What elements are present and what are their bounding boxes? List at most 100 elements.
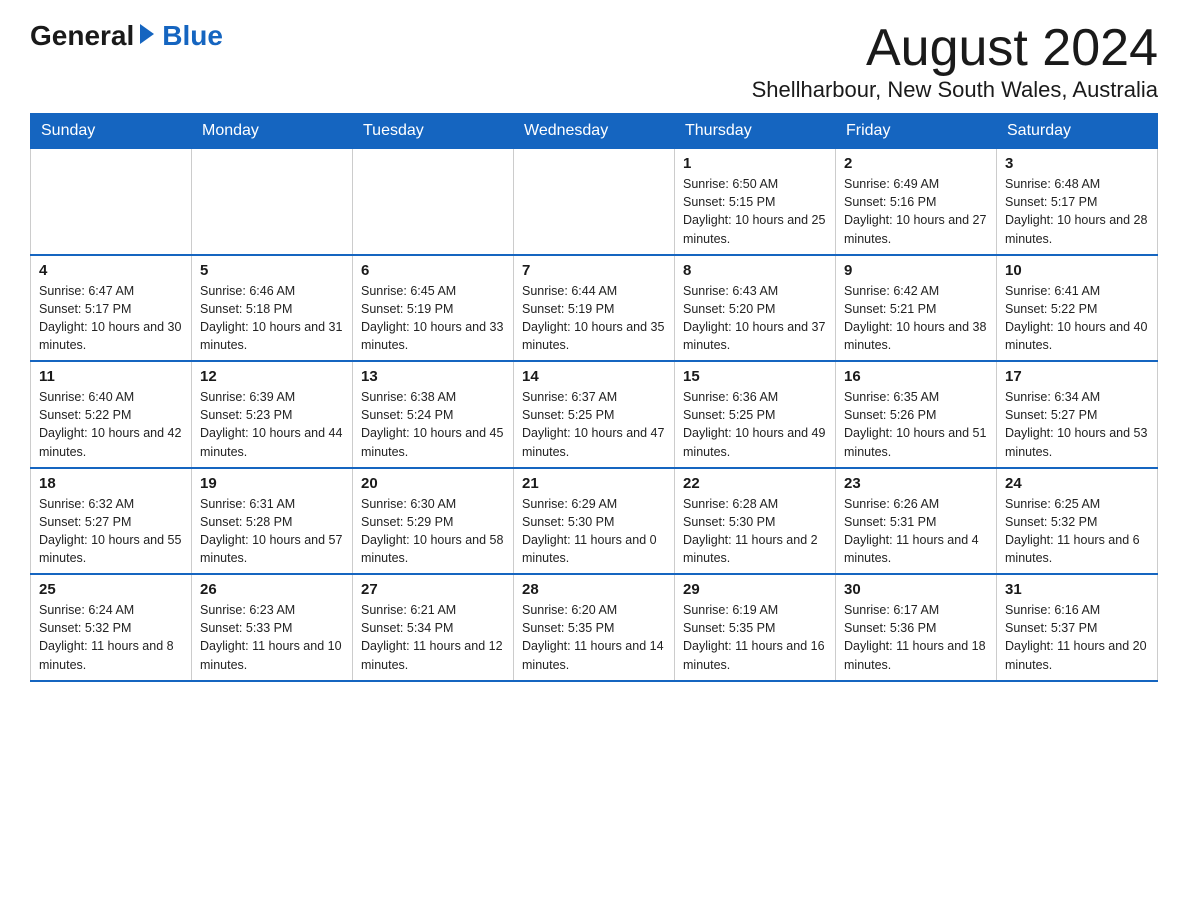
day-info: Sunrise: 6:30 AMSunset: 5:29 PMDaylight:…: [361, 495, 505, 568]
calendar-cell: 31 Sunrise: 6:16 AMSunset: 5:37 PMDayligh…: [997, 574, 1158, 681]
day-number: 4: [39, 262, 183, 279]
calendar-cell: 24Sunrise: 6:25 AMSunset: 5:32 PMDayligh…: [997, 468, 1158, 575]
day-number: 17: [1005, 368, 1149, 385]
page-header: General Blue August 2024 Shellharbour, N…: [30, 20, 1158, 103]
day-info: Sunrise: 6:19 AMSunset: 5:35 PMDaylight:…: [683, 601, 827, 674]
calendar-cell: 18Sunrise: 6:32 AMSunset: 5:27 PMDayligh…: [31, 468, 192, 575]
location-subtitle: Shellharbour, New South Wales, Australia: [752, 77, 1158, 103]
week-row-4: 18Sunrise: 6:32 AMSunset: 5:27 PMDayligh…: [31, 468, 1158, 575]
calendar-cell: 9 Sunrise: 6:42 AMSunset: 5:21 PMDaylight…: [836, 255, 997, 362]
day-info: Sunrise: 6:49 AMSunset: 5:16 PMDaylight:…: [844, 175, 988, 248]
header-cell-saturday: Saturday: [997, 114, 1158, 149]
day-number: 22: [683, 475, 827, 492]
calendar-cell: 16Sunrise: 6:35 AMSunset: 5:26 PMDayligh…: [836, 361, 997, 468]
calendar-cell: 13Sunrise: 6:38 AMSunset: 5:24 PMDayligh…: [353, 361, 514, 468]
calendar-cell: 14Sunrise: 6:37 AMSunset: 5:25 PMDayligh…: [514, 361, 675, 468]
day-number: 8: [683, 262, 827, 279]
header-cell-thursday: Thursday: [675, 114, 836, 149]
day-info: Sunrise: 6:29 AMSunset: 5:30 PMDaylight:…: [522, 495, 666, 568]
calendar-cell: 11 Sunrise: 6:40 AMSunset: 5:22 PMDayligh…: [31, 361, 192, 468]
day-info: Sunrise: 6:38 AMSunset: 5:24 PMDaylight:…: [361, 388, 505, 461]
day-info: Sunrise: 6:36 AMSunset: 5:25 PMDaylight:…: [683, 388, 827, 461]
calendar-cell: 25 Sunrise: 6:24 AMSunset: 5:32 PMDayligh…: [31, 574, 192, 681]
day-info: Sunrise: 6:50 AMSunset: 5:15 PMDaylight:…: [683, 175, 827, 248]
week-row-5: 25 Sunrise: 6:24 AMSunset: 5:32 PMDayligh…: [31, 574, 1158, 681]
calendar-cell: 21 Sunrise: 6:29 AMSunset: 5:30 PMDayligh…: [514, 468, 675, 575]
logo-general: General: [30, 20, 134, 52]
calendar-cell: 30 Sunrise: 6:17 AMSunset: 5:36 PMDayligh…: [836, 574, 997, 681]
logo: General Blue: [30, 20, 223, 52]
header-cell-wednesday: Wednesday: [514, 114, 675, 149]
calendar-cell: 2Sunrise: 6:49 AMSunset: 5:16 PMDaylight…: [836, 149, 997, 255]
calendar-cell: 10Sunrise: 6:41 AMSunset: 5:22 PMDayligh…: [997, 255, 1158, 362]
calendar-cell: 20 Sunrise: 6:30 AMSunset: 5:29 PMDayligh…: [353, 468, 514, 575]
day-number: 27: [361, 581, 505, 598]
calendar-cell: 28Sunrise: 6:20 AMSunset: 5:35 PMDayligh…: [514, 574, 675, 681]
calendar-cell: 8 Sunrise: 6:43 AMSunset: 5:20 PMDaylight…: [675, 255, 836, 362]
day-info: Sunrise: 6:26 AMSunset: 5:31 PMDaylight:…: [844, 495, 988, 568]
week-row-3: 11 Sunrise: 6:40 AMSunset: 5:22 PMDayligh…: [31, 361, 1158, 468]
day-info: Sunrise: 6:39 AMSunset: 5:23 PMDaylight:…: [200, 388, 344, 461]
day-info: Sunrise: 6:43 AMSunset: 5:20 PMDaylight:…: [683, 282, 827, 355]
day-number: 7: [522, 262, 666, 279]
day-info: Sunrise: 6:20 AMSunset: 5:35 PMDaylight:…: [522, 601, 666, 674]
header-cell-sunday: Sunday: [31, 114, 192, 149]
day-number: 29: [683, 581, 827, 598]
day-info: Sunrise: 6:45 AMSunset: 5:19 PMDaylight:…: [361, 282, 505, 355]
day-number: 23: [844, 475, 988, 492]
day-number: 9: [844, 262, 988, 279]
day-info: Sunrise: 6:48 AMSunset: 5:17 PMDaylight:…: [1005, 175, 1149, 248]
day-number: 31: [1005, 581, 1149, 598]
day-info: Sunrise: 6:40 AMSunset: 5:22 PMDaylight:…: [39, 388, 183, 461]
title-section: August 2024 Shellharbour, New South Wale…: [752, 20, 1158, 103]
calendar-cell: 27 Sunrise: 6:21 AMSunset: 5:34 PMDayligh…: [353, 574, 514, 681]
day-number: 16: [844, 368, 988, 385]
day-number: 19: [200, 475, 344, 492]
day-number: 6: [361, 262, 505, 279]
calendar-cell: 4 Sunrise: 6:47 AMSunset: 5:17 PMDaylight…: [31, 255, 192, 362]
day-number: 26: [200, 581, 344, 598]
week-row-1: 1 Sunrise: 6:50 AMSunset: 5:15 PMDaylight…: [31, 149, 1158, 255]
day-info: Sunrise: 6:47 AMSunset: 5:17 PMDaylight:…: [39, 282, 183, 355]
day-number: 1: [683, 155, 827, 172]
day-info: Sunrise: 6:46 AMSunset: 5:18 PMDaylight:…: [200, 282, 344, 355]
week-row-2: 4 Sunrise: 6:47 AMSunset: 5:17 PMDaylight…: [31, 255, 1158, 362]
day-number: 15: [683, 368, 827, 385]
day-number: 25: [39, 581, 183, 598]
calendar-body: 1 Sunrise: 6:50 AMSunset: 5:15 PMDaylight…: [31, 149, 1158, 681]
day-number: 11: [39, 368, 183, 385]
day-number: 12: [200, 368, 344, 385]
calendar-cell: 12 Sunrise: 6:39 AMSunset: 5:23 PMDayligh…: [192, 361, 353, 468]
calendar-cell: 19Sunrise: 6:31 AMSunset: 5:28 PMDayligh…: [192, 468, 353, 575]
day-info: Sunrise: 6:34 AMSunset: 5:27 PMDaylight:…: [1005, 388, 1149, 461]
header-cell-monday: Monday: [192, 114, 353, 149]
calendar-cell: 1 Sunrise: 6:50 AMSunset: 5:15 PMDaylight…: [675, 149, 836, 255]
day-info: Sunrise: 6:42 AMSunset: 5:21 PMDaylight:…: [844, 282, 988, 355]
header-row: SundayMondayTuesdayWednesdayThursdayFrid…: [31, 114, 1158, 149]
day-number: 3: [1005, 155, 1149, 172]
day-number: 24: [1005, 475, 1149, 492]
day-info: Sunrise: 6:28 AMSunset: 5:30 PMDaylight:…: [683, 495, 827, 568]
day-info: Sunrise: 6:24 AMSunset: 5:32 PMDaylight:…: [39, 601, 183, 674]
day-info: Sunrise: 6:21 AMSunset: 5:34 PMDaylight:…: [361, 601, 505, 674]
header-cell-tuesday: Tuesday: [353, 114, 514, 149]
day-number: 30: [844, 581, 988, 598]
calendar-header: SundayMondayTuesdayWednesdayThursdayFrid…: [31, 114, 1158, 149]
day-info: Sunrise: 6:16 AMSunset: 5:37 PMDaylight:…: [1005, 601, 1149, 674]
calendar-cell: 23 Sunrise: 6:26 AMSunset: 5:31 PMDayligh…: [836, 468, 997, 575]
day-number: 21: [522, 475, 666, 492]
calendar-cell: [31, 149, 192, 255]
month-year-title: August 2024: [752, 20, 1158, 77]
day-info: Sunrise: 6:32 AMSunset: 5:27 PMDaylight:…: [39, 495, 183, 568]
day-info: Sunrise: 6:37 AMSunset: 5:25 PMDaylight:…: [522, 388, 666, 461]
header-cell-friday: Friday: [836, 114, 997, 149]
calendar-cell: 6 Sunrise: 6:45 AMSunset: 5:19 PMDaylight…: [353, 255, 514, 362]
calendar-table: SundayMondayTuesdayWednesdayThursdayFrid…: [30, 113, 1158, 682]
calendar-cell: 5Sunrise: 6:46 AMSunset: 5:18 PMDaylight…: [192, 255, 353, 362]
logo-arrow-icon: [140, 24, 154, 44]
day-info: Sunrise: 6:17 AMSunset: 5:36 PMDaylight:…: [844, 601, 988, 674]
calendar-cell: 7Sunrise: 6:44 AMSunset: 5:19 PMDaylight…: [514, 255, 675, 362]
day-info: Sunrise: 6:23 AMSunset: 5:33 PMDaylight:…: [200, 601, 344, 674]
day-number: 20: [361, 475, 505, 492]
calendar-cell: [353, 149, 514, 255]
